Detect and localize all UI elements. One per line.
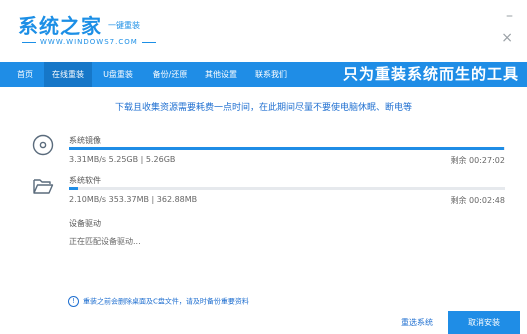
logo-url-divider [141, 41, 156, 43]
task-stats: 2.10MB/s 353.37MB | 362.88MB [69, 195, 198, 204]
backup-warning: ! 重装之前会删除桌面及C盘文件，请及时备份重要资料 [68, 296, 249, 307]
driver-task-status: 正在匹配设备驱动... [69, 237, 141, 246]
minimize-button[interactable]: – [506, 8, 513, 24]
logo-url-divider [22, 41, 36, 43]
logo-tagline: 一键重装 [108, 21, 140, 30]
cancel-install-button[interactable]: 取消安装 [448, 311, 520, 334]
reselect-system-link[interactable]: 重选系统 [401, 317, 433, 328]
tab-usb-reinstall[interactable]: U盘重装 [96, 62, 140, 87]
tab-backup-restore[interactable]: 备份/还原 [144, 62, 196, 87]
close-button[interactable]: × [501, 30, 513, 46]
progress-fill [69, 187, 78, 190]
logo-url: WWW.WINDOWS7.COM [18, 38, 160, 46]
progress-fill [69, 147, 505, 150]
tab-home[interactable]: 首页 [10, 62, 40, 87]
progress-bar [69, 187, 505, 190]
tab-contact[interactable]: 联系我们 [248, 62, 294, 87]
tab-online-reinstall[interactable]: 在线重装 [44, 62, 92, 87]
logo-url-text: WWW.WINDOWS7.COM [40, 38, 138, 46]
top-nav: 首页 在线重装 U盘重装 备份/还原 其他设置 联系我们 只为重装系统而生的工具 [0, 62, 527, 87]
backup-warning-text: 重装之前会删除桌面及C盘文件，请及时备份重要资料 [83, 297, 249, 306]
folder-icon [33, 179, 54, 194]
app-logo: 系统之家 [18, 14, 102, 38]
download-notice: 下载且收集资源需要耗费一点时间，在此期间尽量不要使电脑休眠、断电等 [114, 103, 412, 113]
task-name: 系统镜像 [69, 136, 101, 145]
task-remaining-time: 剩余 00:02:48 [450, 196, 505, 205]
disc-icon [32, 134, 54, 156]
task-stats: 3.31MB/s 5.25GB | 5.26GB [69, 155, 176, 164]
progress-bar [69, 147, 505, 150]
app-header: 系统之家 一键重装 WWW.WINDOWS7.COM – × [0, 0, 527, 60]
driver-task-name: 设备驱动 [69, 219, 101, 228]
task-name: 系统软件 [69, 176, 101, 185]
tab-other-settings[interactable]: 其他设置 [198, 62, 244, 87]
task-remaining-time: 剩余 00:27:02 [450, 156, 505, 165]
nav-slogan: 只为重装系统而生的工具 [342, 65, 519, 83]
info-icon: ! [68, 296, 79, 307]
